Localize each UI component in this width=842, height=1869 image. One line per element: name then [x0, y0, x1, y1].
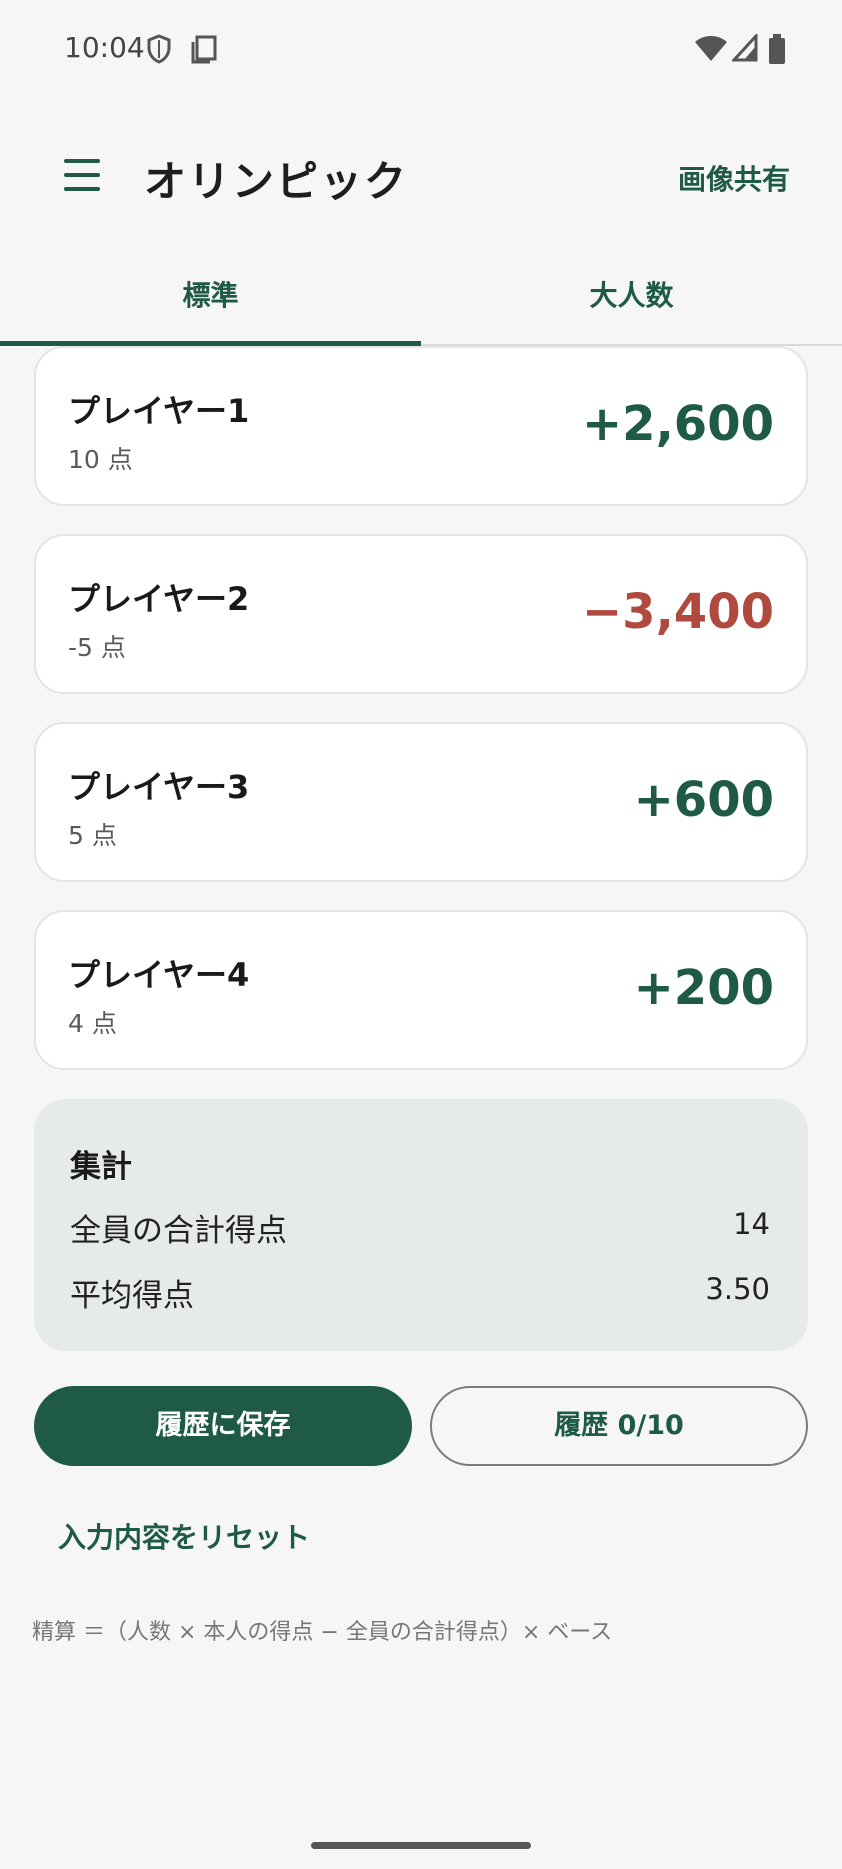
page-title: オリンピック: [144, 157, 409, 206]
tab-standard[interactable]: 標準: [0, 258, 421, 344]
player-card-3[interactable]: プレイヤー3 5 点 +600: [34, 722, 808, 882]
player-settlement: +600: [633, 772, 774, 828]
tab-large-group[interactable]: 大人数: [421, 258, 842, 344]
player-name: プレイヤー1: [68, 392, 250, 430]
player-settlement: +200: [633, 960, 774, 1016]
share-image-button[interactable]: 画像共有: [678, 158, 790, 198]
player-points: -5 点: [68, 633, 126, 662]
player-card-1[interactable]: プレイヤー1 10 点 +2,600: [34, 346, 808, 506]
status-bar: 10:04: [0, 0, 842, 100]
summary-title: 集計: [70, 1149, 132, 1185]
player-points: 10 点: [68, 445, 133, 474]
player-points: 5 点: [68, 821, 117, 850]
average-score-label: 平均得点: [70, 1278, 194, 1314]
player-settlement: −3,400: [581, 584, 774, 640]
player-name: プレイヤー4: [68, 956, 250, 994]
home-indicator[interactable]: [311, 1842, 531, 1849]
player-name: プレイヤー3: [68, 768, 250, 806]
player-card-4[interactable]: プレイヤー4 4 点 +200: [34, 910, 808, 1070]
total-score-value: 14: [733, 1207, 770, 1241]
shield-icon: [147, 34, 171, 64]
app-bar: オリンピック 画像共有: [0, 110, 842, 240]
player-card-2[interactable]: プレイヤー2 -5 点 −3,400: [34, 534, 808, 694]
player-name: プレイヤー2: [68, 580, 250, 618]
reset-input-button[interactable]: 入力内容をリセット: [58, 1516, 310, 1556]
wifi-icon: [695, 36, 727, 61]
signal-icon: [732, 34, 758, 62]
menu-icon[interactable]: [60, 155, 106, 195]
battery-icon: [769, 34, 785, 64]
tab-bar: 標準 大人数: [0, 258, 842, 346]
player-settlement: +2,600: [581, 396, 774, 452]
status-time: 10:04: [64, 31, 145, 64]
history-button[interactable]: 履歴 0/10: [430, 1386, 808, 1466]
save-to-history-button[interactable]: 履歴に保存: [34, 1386, 412, 1466]
average-score-value: 3.50: [705, 1272, 770, 1306]
screenshot-icon: [191, 35, 217, 64]
formula-note: 精算 ＝（人数 × 本人の得点 − 全員の合計得点）× ベース: [32, 1620, 613, 1645]
total-score-label: 全員の合計得点: [70, 1213, 287, 1249]
player-points: 4 点: [68, 1009, 117, 1038]
summary-panel: 集計 全員の合計得点 14 平均得点 3.50: [34, 1099, 808, 1351]
